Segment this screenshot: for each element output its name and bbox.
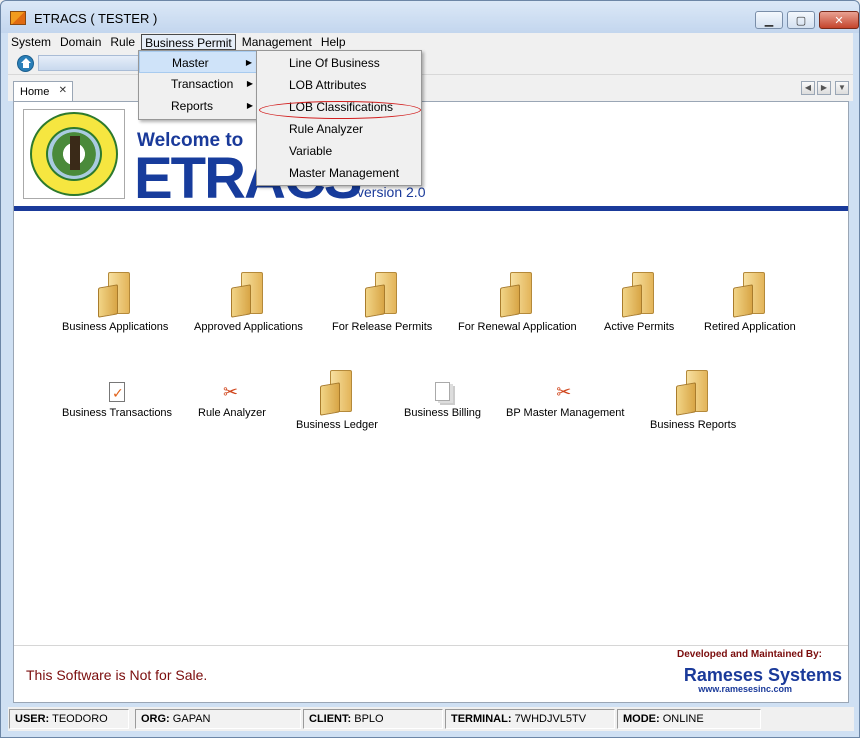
menu-item-rule-analyzer[interactable]: Rule Analyzer <box>257 118 421 140</box>
business-reports-shortcut[interactable]: Business Reports <box>650 370 736 431</box>
menu-item-master-management[interactable]: Master Management <box>257 162 421 184</box>
for-release-permits-shortcut[interactable]: For Release Permits <box>332 272 432 333</box>
shortcut-label: Business Reports <box>650 419 737 431</box>
home-icon[interactable] <box>17 55 34 72</box>
menu-item-transaction[interactable]: Transaction ▶ <box>139 73 259 95</box>
shortcut-label: For Renewal Application <box>458 321 577 333</box>
shortcut-label: Business Transactions <box>62 407 173 419</box>
municipality-seal <box>23 109 125 199</box>
folder-icon <box>363 272 401 318</box>
active-permits-shortcut[interactable]: Active Permits <box>604 272 674 333</box>
folder-icon <box>498 272 536 318</box>
maximize-button[interactable]: ▢ <box>787 11 815 29</box>
app-icon <box>10 11 26 25</box>
seal-tree-icon <box>70 136 80 170</box>
folder-icon <box>229 272 267 318</box>
menu-business-permit[interactable]: Business Permit <box>141 34 236 50</box>
header-divider <box>14 206 848 211</box>
window-title: ETRACS ( TESTER ) <box>34 11 158 26</box>
shortcut-label: Active Permits <box>604 321 675 333</box>
status-client: CLIENT: BPLO <box>303 709 443 729</box>
folder-icon <box>731 272 769 318</box>
developed-by-text: Developed and Maintained By: <box>676 649 822 660</box>
menu-management[interactable]: Management <box>239 34 315 50</box>
toolbar <box>8 51 853 75</box>
menu-system[interactable]: System <box>8 34 54 50</box>
app-window: ETRACS ( TESTER ) ▁ ▢ ✕ System Domain Ru… <box>0 0 860 738</box>
status-terminal: TERMINAL: 7WHDJVL5TV <box>445 709 615 729</box>
shortcut-label: Business Applications <box>62 321 169 333</box>
documents-icon <box>432 380 454 404</box>
menu-item-line-of-business[interactable]: Line Of Business <box>257 52 421 74</box>
navigation-bar <box>38 55 140 71</box>
shortcut-label: Business Billing <box>404 407 482 419</box>
menu-item-master[interactable]: Master ▶ <box>139 51 259 73</box>
business-billing-shortcut[interactable]: Business Billing <box>404 380 481 419</box>
tab-list-dropdown-icon[interactable]: ▼ <box>835 81 849 95</box>
close-tab-icon[interactable]: ✕ <box>59 85 67 96</box>
status-bar: USER: TEODORO ORG: GAPAN CLIENT: BPLO TE… <box>8 707 854 731</box>
footer-divider <box>14 645 848 646</box>
clipboard-icon <box>106 380 128 404</box>
folder-icon <box>674 370 712 416</box>
title-bar[interactable]: ETRACS ( TESTER ) ▁ ▢ ✕ <box>1 1 859 33</box>
menu-domain[interactable]: Domain <box>57 34 104 50</box>
minimize-button[interactable]: ▁ <box>755 11 783 29</box>
submenu-arrow-icon: ▶ <box>246 79 253 88</box>
business-applications-shortcut[interactable]: Business Applications <box>62 272 168 333</box>
shortcut-label: BP Master Management <box>506 407 625 419</box>
menu-help[interactable]: Help <box>318 34 349 50</box>
shortcut-label: Business Ledger <box>296 419 378 431</box>
bp-master-management-shortcut[interactable]: ✂ BP Master Management <box>506 380 624 419</box>
company-url: www.ramesesinc.com <box>698 684 792 694</box>
business-ledger-shortcut[interactable]: Business Ledger <box>296 370 378 431</box>
retired-application-shortcut[interactable]: Retired Application <box>704 272 796 333</box>
close-button[interactable]: ✕ <box>819 11 859 29</box>
folder-icon <box>96 272 134 318</box>
menu-bar: System Domain Rule Business Permit Manag… <box>8 33 853 51</box>
shortcut-label: Approved Applications <box>194 321 303 333</box>
seal-ring <box>30 112 118 196</box>
tools-icon: ✂ <box>556 382 572 402</box>
status-user: USER: TEODORO <box>9 709 129 729</box>
highlight-annotation <box>259 101 421 119</box>
folder-icon <box>620 272 658 318</box>
scroll-tabs-left-icon[interactable]: ◀ <box>801 81 815 95</box>
shortcut-label: Rule Analyzer <box>198 407 266 419</box>
rule-analyzer-shortcut[interactable]: ✂ Rule Analyzer <box>198 380 266 419</box>
master-submenu: Line Of Business LOB Attributes LOB Clas… <box>256 50 422 186</box>
tools-icon: ✂ <box>222 382 239 402</box>
tab-home-label: Home <box>20 86 50 98</box>
version-text: version 2.0 <box>357 184 426 200</box>
approved-applications-shortcut[interactable]: Approved Applications <box>194 272 303 333</box>
status-org: ORG: GAPAN <box>135 709 301 729</box>
company-name: Rameses Systems <box>683 665 842 685</box>
menu-item-lob-attributes[interactable]: LOB Attributes <box>257 74 421 96</box>
menu-rule[interactable]: Rule <box>107 34 138 50</box>
submenu-arrow-icon: ▶ <box>245 58 252 67</box>
home-panel: Welcome to ETRACS version 2.0 Business A… <box>13 101 849 703</box>
shortcut-label: Retired Application <box>704 321 796 333</box>
license-notice: This Software is Not for Sale. <box>26 667 208 683</box>
submenu-arrow-icon: ▶ <box>246 101 253 110</box>
folder-icon <box>318 370 356 416</box>
tab-strip: Home ✕ ◀ ▶ ▼ <box>8 75 853 101</box>
menu-item-reports[interactable]: Reports ▶ <box>139 95 259 117</box>
business-permit-menu: Master ▶ Transaction ▶ Reports ▶ <box>138 50 260 120</box>
menu-item-variable[interactable]: Variable <box>257 140 421 162</box>
shortcut-label: For Release Permits <box>332 321 433 333</box>
business-transactions-shortcut[interactable]: Business Transactions <box>62 380 172 419</box>
scroll-tabs-right-icon[interactable]: ▶ <box>817 81 831 95</box>
tab-home[interactable]: Home ✕ <box>13 81 73 101</box>
status-mode: MODE: ONLINE <box>617 709 761 729</box>
for-renewal-application-shortcut[interactable]: For Renewal Application <box>458 272 577 333</box>
